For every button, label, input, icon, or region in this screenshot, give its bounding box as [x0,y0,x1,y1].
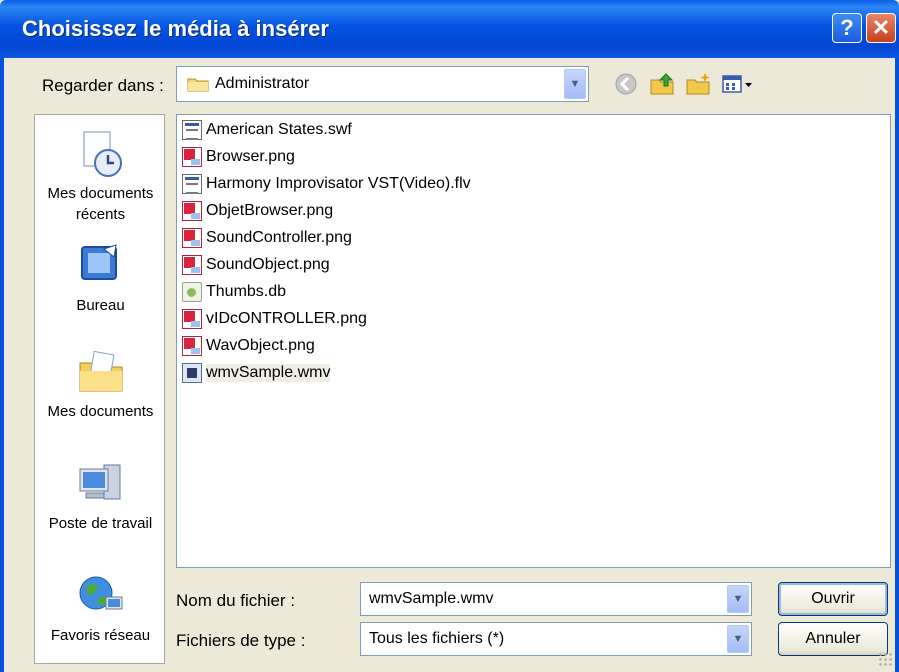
folder-icon [187,78,209,92]
chevron-down-icon[interactable]: ▼ [727,585,749,613]
file-item[interactable]: Harmony Improvisator VST(Video).flv [182,170,471,197]
file-name-value: wmvSample.wmv [369,590,494,607]
network-places-icon [76,571,126,621]
file-item[interactable]: Thumbs.db [182,278,286,305]
file-item[interactable]: vIDcONTROLLER.png [182,305,367,332]
file-name: Harmony Improvisator VST(Video).flv [206,174,471,192]
up-folder-button[interactable] [648,70,676,98]
place-label: Mes documents [47,403,154,420]
file-name-field[interactable]: wmvSample.wmv ▼ [360,582,752,616]
toolbar [612,70,764,98]
wmv-file-icon [182,362,202,383]
png-file-icon [182,254,202,275]
file-item[interactable]: SoundObject.png [182,251,330,278]
place-label: Favoris réseau [50,627,151,644]
view-menu-icon [722,75,752,93]
file-type-dropdown[interactable]: Tous les fichiers (*) ▼ [360,622,752,656]
title-bar[interactable]: Choisissez le média à insérer ? ✕ [0,0,899,58]
place-recent-documents[interactable]: Mes documents récents [35,129,166,225]
png-file-icon [182,146,202,167]
up-folder-icon [650,73,674,95]
place-network[interactable]: Favoris réseau [35,571,166,646]
back-button[interactable] [612,70,640,98]
place-label: Bureau [76,297,125,314]
cancel-button[interactable]: Annuler [778,622,888,656]
file-type-value: Tous les fichiers (*) [369,630,505,647]
places-bar: Mes documents récents Bureau Mes documen… [34,114,165,664]
png-file-icon [182,227,202,248]
file-name: American States.swf [206,120,352,138]
window-title: Choisissez le média à insérer [22,16,329,41]
place-my-computer[interactable]: Poste de travail [35,459,166,534]
flv-file-icon [182,173,202,194]
help-icon: ? [840,15,854,40]
file-item[interactable]: SoundController.png [182,224,352,251]
file-name: Thumbs.db [206,282,287,300]
new-folder-button[interactable] [684,70,712,98]
window-frame-right [895,58,899,672]
place-label: Mes documents récents [47,185,154,223]
file-name: vIDcONTROLLER.png [206,309,367,327]
look-in-dropdown[interactable]: Administrator ▼ [176,66,589,102]
close-icon: ✕ [871,15,891,40]
file-name: SoundObject.png [206,255,330,273]
file-name-label: Nom du fichier : [176,591,296,610]
help-button[interactable]: ? [832,13,862,43]
file-item[interactable]: WavObject.png [182,332,315,359]
my-documents-icon [76,347,126,397]
file-item[interactable]: Browser.png [182,143,295,170]
file-name: WavObject.png [206,336,315,354]
chevron-down-icon[interactable]: ▼ [727,625,749,653]
file-type-label: Fichiers de type : [176,631,306,650]
file-name: wmvSample.wmv [206,363,331,382]
chevron-down-icon[interactable]: ▼ [564,69,586,99]
place-label: Poste de travail [48,515,153,532]
file-name: ObjetBrowser.png [206,201,334,219]
resize-grip[interactable] [878,652,894,668]
open-button[interactable]: Ouvrir [778,582,888,616]
file-item[interactable]: ObjetBrowser.png [182,197,333,224]
look-in-label: Regarder dans : [42,76,164,95]
view-menu-button[interactable] [720,70,756,98]
db-file-icon [182,281,202,302]
desktop-icon [76,241,126,291]
look-in-value: Administrator [215,75,310,92]
window-frame-left [0,58,4,672]
png-file-icon [182,308,202,329]
file-name: SoundController.png [206,228,352,246]
back-arrow-icon [615,73,637,95]
my-computer-icon [76,459,126,509]
png-file-icon [182,335,202,356]
file-item[interactable]: American States.swf [182,116,352,143]
file-name: Browser.png [206,147,295,165]
file-list[interactable]: American States.swf Browser.png Harmony … [176,114,891,568]
png-file-icon [182,200,202,221]
recent-documents-icon [76,129,126,179]
new-folder-icon [686,73,710,95]
place-my-documents[interactable]: Mes documents [35,347,166,422]
close-button[interactable]: ✕ [866,13,896,43]
swf-file-icon [182,119,202,140]
place-desktop[interactable]: Bureau [35,241,166,316]
file-item-selected[interactable]: wmvSample.wmv [182,359,331,386]
